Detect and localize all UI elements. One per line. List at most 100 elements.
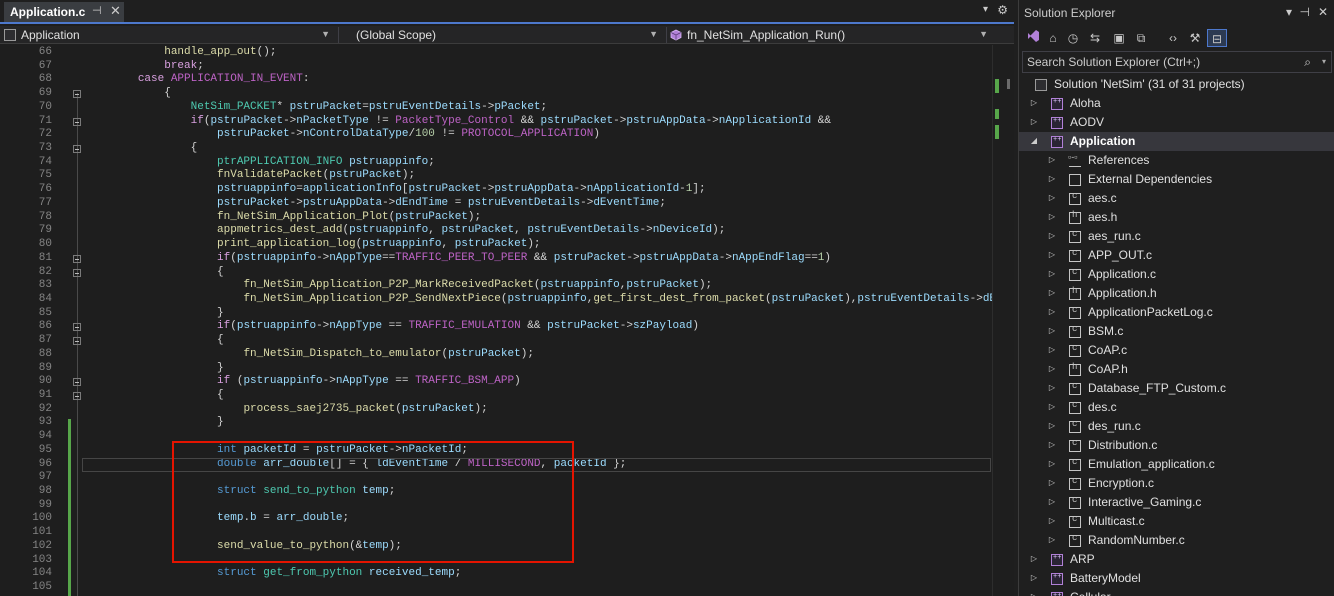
collapsed-chevron-icon[interactable]: ▷ [1047,383,1057,393]
collapsed-chevron-icon[interactable]: ▷ [1047,402,1057,412]
code-line[interactable]: 73 { [0,142,992,156]
collapsed-chevron-icon[interactable]: ▷ [1029,554,1039,564]
code-line[interactable]: 74 ptrAPPLICATION_INFO pstruappinfo; [0,156,992,170]
collapsed-chevron-icon[interactable]: ▷ [1047,288,1057,298]
tree-item[interactable]: ▷ aes.c [1019,189,1334,208]
collapsed-chevron-icon[interactable]: ▷ [1029,592,1039,596]
scroll-thumb[interactable] [1007,79,1010,89]
collapsed-chevron-icon[interactable]: ▷ [1047,269,1057,279]
collapse-toggle-icon[interactable] [73,323,81,332]
code-line[interactable]: 104 struct get_from_python received_temp… [0,567,992,581]
collapsed-chevron-icon[interactable]: ▷ [1047,326,1057,336]
solution-search-box[interactable]: ⌕ ▾ [1022,51,1332,73]
tab-application-c[interactable]: Application.c ⊣ ✕ [4,2,124,22]
expanded-chevron-icon[interactable]: ◢ [1029,136,1039,146]
code-line[interactable]: 84 fn_NetSim_Application_P2P_SendNextPie… [0,293,992,307]
tree-item[interactable]: ▷ CoAP.c [1019,341,1334,360]
collapse-toggle-icon[interactable] [73,337,81,346]
tree-item[interactable]: ▷ Application.h [1019,284,1334,303]
tree-item[interactable]: ▷ Emulation_application.c [1019,455,1334,474]
code-line[interactable]: 72 pstruPacket->nControlDataType/100 != … [0,128,992,142]
code-line[interactable]: 70 NetSim_PACKET* pstruPacket=pstruEvent… [0,101,992,115]
code-line[interactable]: 76 pstruappinfo=applicationInfo[pstruPac… [0,183,992,197]
collapsed-chevron-icon[interactable]: ▷ [1029,98,1039,108]
code-line[interactable]: 80 print_application_log(pstruappinfo, p… [0,238,992,252]
preview-icon[interactable]: ⊟ [1207,29,1227,47]
collapsed-chevron-icon[interactable]: ▷ [1047,421,1057,431]
code-line[interactable]: 68 case APPLICATION_IN_EVENT: [0,73,992,87]
tree-item[interactable]: ▷ Cellular [1019,588,1334,596]
code-line[interactable]: 69 { [0,87,992,101]
collapsed-chevron-icon[interactable]: ▷ [1047,307,1057,317]
tree-item[interactable]: ▷ Database_FTP_Custom.c [1019,379,1334,398]
tree-item[interactable]: ▷ Encryption.c [1019,474,1334,493]
collapse-icon[interactable]: ▣ [1109,29,1129,47]
collapsed-chevron-icon[interactable]: ▷ [1047,174,1057,184]
collapse-toggle-icon[interactable] [73,254,81,263]
code-line[interactable]: 90 if (pstruappinfo->nAppType == TRAFFIC… [0,375,992,389]
code-line[interactable]: 71 if(pstruPacket->nPacketType != Packet… [0,115,992,129]
copy-icon[interactable]: ⧉ [1131,29,1151,47]
pin-icon[interactable]: ⊣ [1300,5,1310,19]
collapse-toggle-icon[interactable] [73,117,81,126]
code-line[interactable]: 87 { [0,334,992,348]
chevron-down-icon[interactable]: ▾ [1322,57,1326,66]
solution-search-input[interactable] [1027,54,1297,70]
code-line[interactable]: 88 fn_NetSim_Dispatch_to_emulator(pstruP… [0,348,992,362]
tree-item[interactable]: ▷ External Dependencies [1019,170,1334,189]
tree-item[interactable]: ▷ Application.c [1019,265,1334,284]
code-line[interactable]: 86 if(pstruappinfo->nAppType == TRAFFIC_… [0,320,992,334]
tree-item[interactable]: ▷ aes.h [1019,208,1334,227]
collapsed-chevron-icon[interactable]: ▷ [1047,212,1057,222]
code-editor[interactable]: Application.c ⊣ ✕ ▾ ⚙ Application ▼ (Glo… [0,0,1014,596]
tree-item[interactable]: ▷ ARP [1019,550,1334,569]
tree-item[interactable]: ▷ RandomNumber.c [1019,531,1334,550]
collapsed-chevron-icon[interactable]: ▷ [1047,345,1057,355]
code-line[interactable]: 105 [0,581,992,595]
tree-item[interactable]: ▷ CoAP.h [1019,360,1334,379]
collapsed-chevron-icon[interactable]: ▷ [1047,193,1057,203]
pin-icon[interactable]: ⊣ [92,4,102,17]
tree-item[interactable]: ▷ AODV [1019,113,1334,132]
code-line[interactable]: 92 process_saej2735_packet(pstruPacket); [0,403,992,417]
code-line[interactable]: 79 appmetrics_dest_add(pstruappinfo, pst… [0,224,992,238]
tree-item[interactable]: ▷ Interactive_Gaming.c [1019,493,1334,512]
tab-overflow-dropdown-icon[interactable]: ▾ [983,4,988,15]
tree-item[interactable]: ▷ ApplicationPacketLog.c [1019,303,1334,322]
collapsed-chevron-icon[interactable]: ▷ [1029,117,1039,127]
code-line[interactable]: 91 { [0,389,992,403]
vs-icon[interactable] [1023,29,1043,47]
history-icon[interactable]: ◷ [1063,29,1083,47]
code-line[interactable]: 77 pstruPacket->pstruAppData->dEndTime =… [0,197,992,211]
collapsed-chevron-icon[interactable]: ▷ [1047,535,1057,545]
collapse-toggle-icon[interactable] [73,145,81,154]
tree-item[interactable]: Solution 'NetSim' (31 of 31 projects) [1019,75,1334,94]
home-icon[interactable]: ⌂ [1043,29,1063,47]
close-icon[interactable]: ✕ [1318,5,1328,19]
collapse-toggle-icon[interactable] [73,268,81,277]
collapse-toggle-icon[interactable] [73,90,81,99]
collapsed-chevron-icon[interactable]: ▷ [1047,250,1057,260]
code-line[interactable]: 85 } [0,307,992,321]
tree-item[interactable]: ▷ BSM.c [1019,322,1334,341]
collapsed-chevron-icon[interactable]: ▷ [1047,155,1057,165]
code-line[interactable]: 82 { [0,266,992,280]
collapsed-chevron-icon[interactable]: ▷ [1047,497,1057,507]
wrench-icon[interactable]: ⚒ [1185,29,1205,47]
tree-item[interactable]: ▷ References [1019,151,1334,170]
tree-item[interactable]: ▷ des_run.c [1019,417,1334,436]
window-position-dropdown-icon[interactable]: ▾ [1286,5,1292,19]
close-icon[interactable]: ✕ [110,3,121,19]
project-dropdown[interactable]: Application ▼ [4,26,334,44]
tree-item[interactable]: ▷ Distribution.c [1019,436,1334,455]
sync-icon[interactable]: ⇆ [1085,29,1105,47]
gear-icon[interactable]: ⚙ [997,3,1008,17]
tree-item[interactable]: ▷ BatteryModel [1019,569,1334,588]
vertical-scrollbar[interactable] [992,45,1014,596]
code-line[interactable]: 67 break; [0,60,992,74]
collapsed-chevron-icon[interactable]: ▷ [1047,364,1057,374]
collapsed-chevron-icon[interactable]: ▷ [1029,573,1039,583]
collapsed-chevron-icon[interactable]: ▷ [1047,459,1057,469]
tree-item[interactable]: ▷ Aloha [1019,94,1334,113]
tree-item[interactable]: ▷ APP_OUT.c [1019,246,1334,265]
